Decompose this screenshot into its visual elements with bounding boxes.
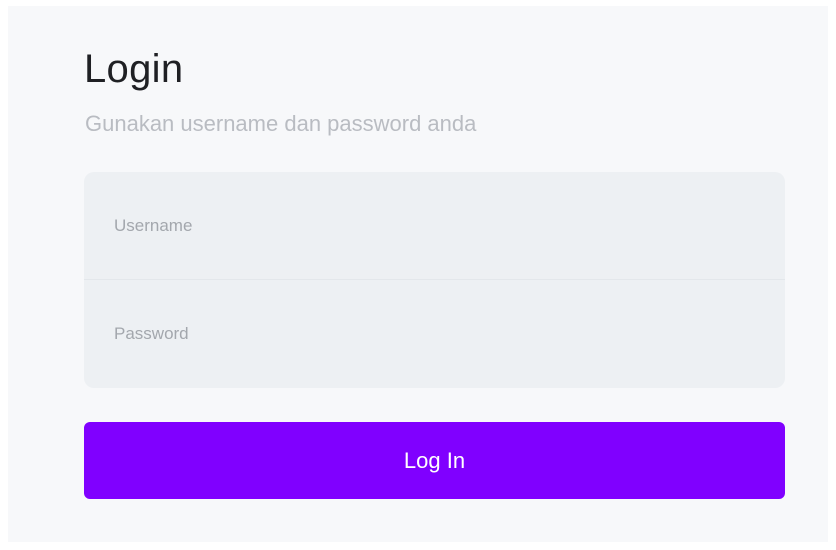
page-title: Login <box>84 47 184 91</box>
login-button[interactable]: Log In <box>84 422 785 499</box>
username-input[interactable] <box>84 172 785 279</box>
page-subtitle: Gunakan username dan password anda <box>85 111 477 136</box>
credentials-field-group <box>84 172 785 388</box>
password-input[interactable] <box>84 280 785 387</box>
login-panel: Login Gunakan username dan password anda… <box>8 6 828 542</box>
